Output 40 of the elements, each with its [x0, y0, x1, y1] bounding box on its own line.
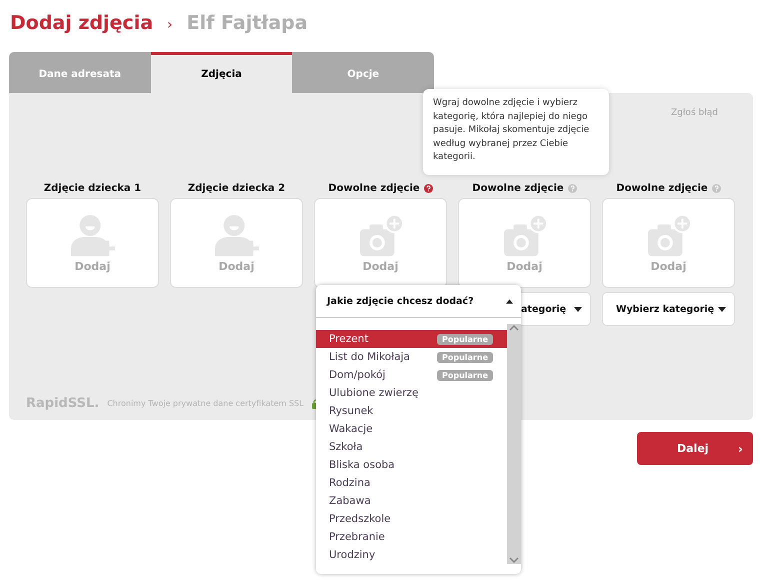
- tab[interactable]: Zdjęcia: [150, 52, 292, 93]
- slot-label: Zdjęcie dziecka 1: [44, 182, 142, 194]
- slot-label: Dowolne zdjęcie: [616, 182, 708, 194]
- dropdown-option[interactable]: Rysunek: [316, 402, 507, 420]
- dropdown-option[interactable]: Urodziny: [316, 546, 507, 564]
- camera-add-icon: [502, 214, 548, 258]
- next-button[interactable]: Dalej ›: [637, 432, 753, 465]
- dropdown-option[interactable]: Wakacje: [316, 420, 507, 438]
- scroll-down-icon[interactable]: [509, 556, 519, 564]
- scroll-up-icon[interactable]: [509, 324, 519, 332]
- slot-label: Zdjęcie dziecka 2: [188, 182, 286, 194]
- popular-badge: Popularne: [437, 352, 493, 362]
- popular-badge: Popularne: [437, 334, 493, 344]
- caret-up-icon: [506, 298, 513, 304]
- dropdown-option[interactable]: Przedszkole: [316, 510, 507, 528]
- dropdown-option[interactable]: Zabawa: [316, 492, 507, 510]
- person-add-icon: [212, 214, 260, 258]
- dropdown-option[interactable]: Bliska osoba: [316, 456, 507, 474]
- page-title: Dodaj zdjęcia: [10, 12, 154, 34]
- dropdown-option[interactable]: Rodzina: [316, 474, 507, 492]
- breadcrumb-separator: ›: [167, 17, 173, 33]
- person-add-icon: [68, 214, 116, 258]
- page-subtitle: Elf Fajtłapa: [186, 12, 308, 34]
- caret-icon: [718, 306, 726, 312]
- dropdown-option[interactable]: Dom/pokój Popularne: [316, 366, 507, 384]
- dropdown-option[interactable]: Prezent Popularne: [316, 330, 507, 348]
- dropdown-option[interactable]: Szkoła: [316, 438, 507, 456]
- dropdown-option[interactable]: List do Mikołaja Popularne: [316, 348, 507, 366]
- slot-label: Dowolne zdjęcie: [472, 182, 564, 194]
- category-select[interactable]: Wybierz kategorię: [602, 292, 735, 326]
- category-select[interactable]: Jakie zdjęcie chcesz dodać?: [316, 285, 521, 318]
- help-icon[interactable]: [424, 184, 433, 192]
- slot-label: Dowolne zdjęcie: [328, 182, 420, 194]
- dropdown-option[interactable]: Ulubione zwierzę: [316, 384, 507, 402]
- dropdown-option[interactable]: Przebranie: [316, 528, 507, 546]
- popular-badge: Popularne: [437, 370, 493, 380]
- camera-add-icon: [646, 214, 692, 258]
- caret-icon: [574, 306, 582, 312]
- help-tooltip: Wgraj dowolne zdjęcie i wybierz kategorię, która najlepiej do niego pasuje. Mikołaj skomentuje zdjęcie według wybranej przez Ciebie kategorii.: [423, 89, 609, 175]
- camera-add-icon: [358, 214, 404, 258]
